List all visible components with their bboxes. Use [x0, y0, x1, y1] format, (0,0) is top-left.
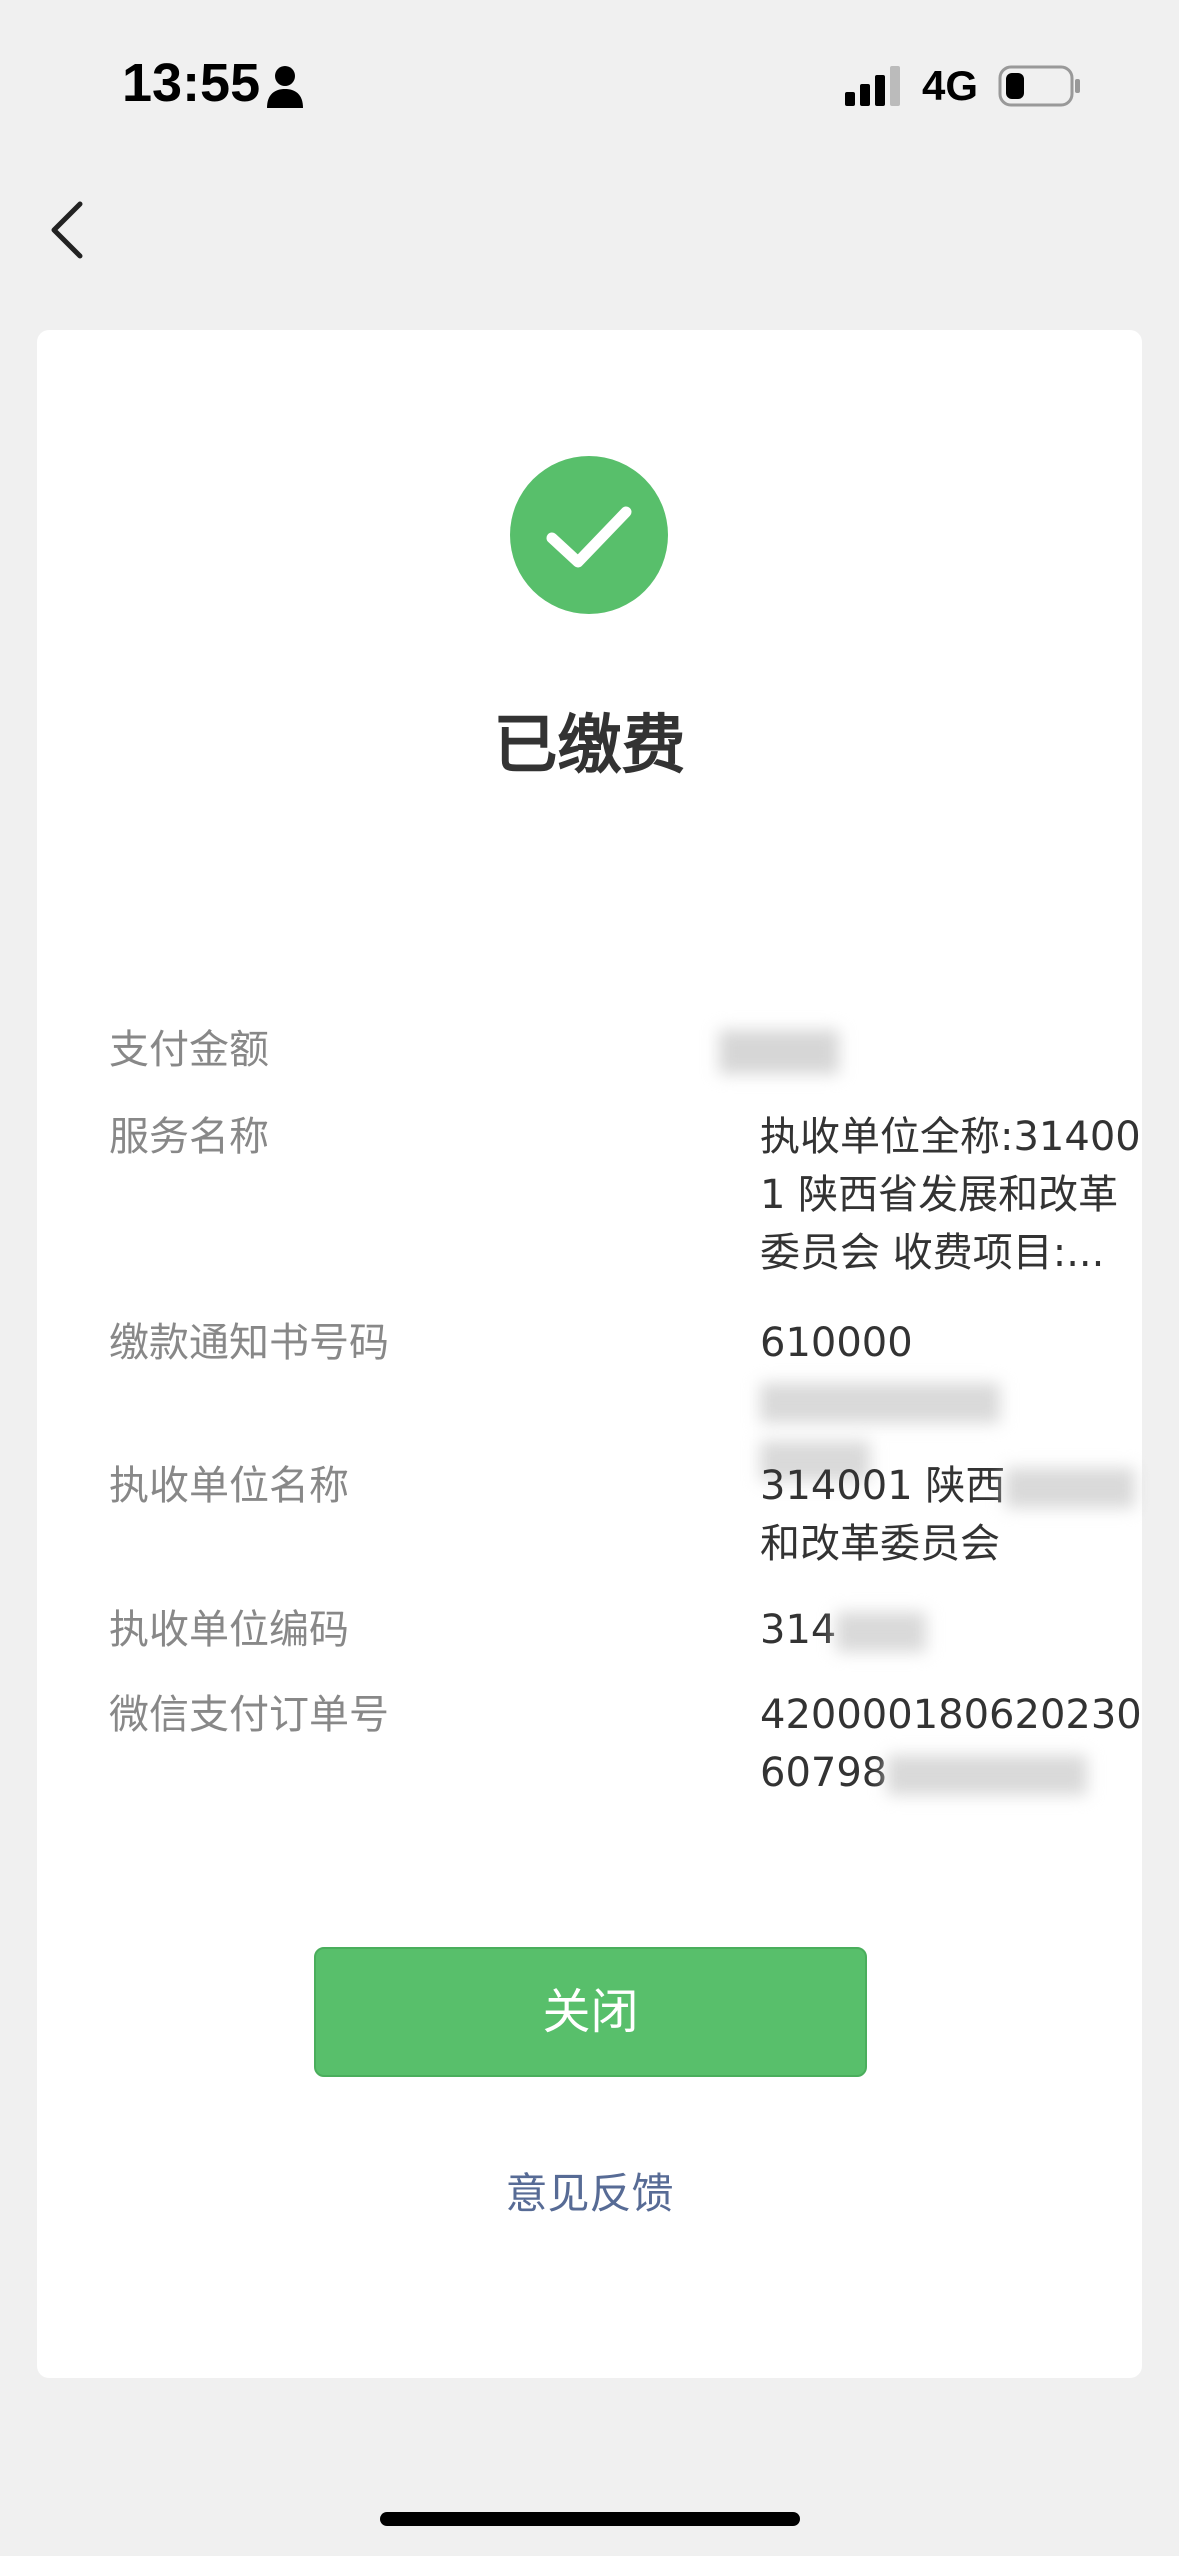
detail-value: 420000180620230 60798 — [760, 1692, 1142, 1796]
detail-label: 支付金额 — [109, 1027, 269, 1073]
detail-label: 微信支付订单号 — [109, 1692, 389, 1738]
checkmark-circle-icon — [510, 456, 668, 614]
detail-value: 314 — [760, 1601, 1150, 1659]
detail-label: 服务名称 — [109, 1114, 269, 1160]
detail-value: 执收单位全称:314001 陕西省发展和改革委员会 收费项目:... — [760, 1114, 1141, 1276]
back-button[interactable] — [40, 190, 100, 270]
detail-value: 314001 陕西 和改革委员会 — [760, 1457, 1150, 1573]
feedback-link[interactable]: 意见反馈 — [37, 2160, 1142, 2221]
chevron-left-icon — [51, 201, 83, 259]
close-button[interactable]: 关闭 — [314, 1947, 867, 2077]
home-indicator[interactable] — [380, 2512, 800, 2526]
payment-status-title: 已缴费 — [493, 709, 686, 783]
detail-label: 缴款通知书号码 — [109, 1320, 389, 1366]
status-bar: 13:55 4G — [0, 0, 1179, 170]
battery-icon — [998, 65, 1080, 107]
result-card: 已缴费 支付金额 服务名称 执收单位全称:314001 陕西省发展和改革委员会 … — [37, 330, 1142, 2378]
payment-result-page: 13:55 4G 已缴费 支付金额 服务名称 执收单位全称:314001 陕西省… — [0, 0, 1179, 2556]
signal-icon — [845, 66, 900, 106]
status-time: 13:55 — [122, 53, 261, 113]
network-type-label: 4G — [922, 62, 979, 109]
detail-value-masked — [719, 1021, 1109, 1079]
detail-label: 执收单位名称 — [109, 1463, 349, 1509]
person-icon — [267, 66, 303, 108]
detail-label: 执收单位编码 — [109, 1607, 349, 1653]
